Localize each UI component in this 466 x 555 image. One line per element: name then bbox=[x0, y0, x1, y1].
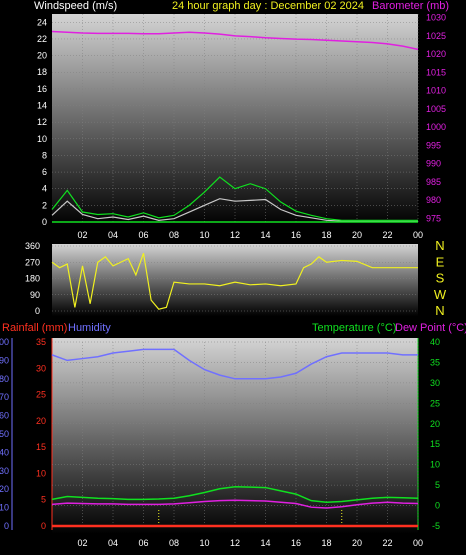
direction-plot-area bbox=[52, 244, 418, 316]
wind-x-tick-label: 12 bbox=[230, 230, 240, 240]
temp-tick-label: 25 bbox=[430, 398, 440, 408]
barometer-tick-label: 980 bbox=[426, 195, 441, 205]
wind-tick-label: 22 bbox=[37, 34, 47, 44]
wind-x-tick-label: 04 bbox=[108, 230, 118, 240]
dewpoint-label: Dew Point (°C) bbox=[395, 322, 466, 334]
temp-tick-label: 30 bbox=[430, 378, 440, 388]
barometer-tick-label: 990 bbox=[426, 159, 441, 169]
wind-x-tick-label: 18 bbox=[321, 230, 331, 240]
humidity-tick-label: 20 bbox=[0, 484, 9, 494]
direction-tick-label: 270 bbox=[25, 257, 40, 267]
wind-tick-label: 14 bbox=[37, 101, 47, 111]
temp-tick-label: 20 bbox=[430, 419, 440, 429]
wind-x-tick-label: 20 bbox=[352, 230, 362, 240]
temp-tick-label: 15 bbox=[430, 439, 440, 449]
barometer-tick-label: 995 bbox=[426, 140, 441, 150]
humidity-tick-label: 100 bbox=[0, 337, 9, 347]
temp-x-tick-label: 20 bbox=[352, 538, 362, 548]
wind-tick-label: 24 bbox=[37, 17, 47, 27]
temp-x-tick-label: 02 bbox=[77, 538, 87, 548]
wind-tick-label: 8 bbox=[42, 150, 47, 160]
graph-canvas: Windspeed (m/s) 24 hour graph day : Dece… bbox=[0, 0, 466, 548]
temp-x-tick-label: 18 bbox=[321, 538, 331, 548]
compass-label: E bbox=[436, 254, 445, 269]
weather-graph: Windspeed (m/s) 24 hour graph day : Dece… bbox=[0, 0, 466, 555]
wind-x-tick-label: 16 bbox=[291, 230, 301, 240]
barometer-tick-label: 1030 bbox=[426, 13, 446, 23]
temp-x-tick-label: 00 bbox=[413, 538, 423, 548]
barometer-tick-label: 975 bbox=[426, 213, 441, 223]
wind-tick-label: 16 bbox=[37, 84, 47, 94]
humidity-label: Humidity bbox=[68, 322, 111, 334]
rain-tick-label: 5 bbox=[41, 495, 46, 505]
barometer-tick-label: 985 bbox=[426, 177, 441, 187]
rain-tick-label: 30 bbox=[36, 363, 46, 373]
wind-x-tick-label: 22 bbox=[382, 230, 392, 240]
wind-tick-label: 4 bbox=[42, 184, 47, 194]
barometer-tick-label: 1005 bbox=[426, 104, 446, 114]
humidity-tick-label: 70 bbox=[0, 392, 9, 402]
temp-x-tick-label: 08 bbox=[169, 538, 179, 548]
rain-tick-label: 0 bbox=[41, 521, 46, 531]
rain-tick-label: 10 bbox=[36, 468, 46, 478]
wind-tick-label: 0 bbox=[42, 217, 47, 227]
humidity-tick-label: 0 bbox=[4, 521, 9, 531]
direction-tick-label: 180 bbox=[25, 274, 40, 284]
wind-tick-label: 10 bbox=[37, 134, 47, 144]
windspeed-label: Windspeed (m/s) bbox=[34, 0, 117, 12]
humidity-tick-label: 30 bbox=[0, 466, 9, 476]
wind-x-tick-label: 08 bbox=[169, 230, 179, 240]
rainfall-label: Rainfall (mm) bbox=[2, 322, 67, 334]
temp-tick-label: 35 bbox=[430, 357, 440, 367]
direction-tick-label: 360 bbox=[25, 241, 40, 251]
humidity-tick-label: 40 bbox=[0, 447, 9, 457]
temp-x-tick-label: 10 bbox=[199, 538, 209, 548]
humidity-tick-label: 80 bbox=[0, 374, 9, 384]
direction-tick-label: 90 bbox=[30, 290, 40, 300]
temp-tick-label: 40 bbox=[430, 337, 440, 347]
rain-tick-label: 25 bbox=[36, 390, 46, 400]
humidity-tick-label: 50 bbox=[0, 429, 9, 439]
temp-x-tick-label: 16 bbox=[291, 538, 301, 548]
humidity-tick-label: 60 bbox=[0, 411, 9, 421]
wind-tick-label: 6 bbox=[42, 167, 47, 177]
humidity-tick-label: 90 bbox=[0, 355, 9, 365]
rain-tick-label: 15 bbox=[36, 442, 46, 452]
wind-tick-label: 12 bbox=[37, 117, 47, 127]
rain-tick-label: 20 bbox=[36, 416, 46, 426]
temp-x-tick-label: 04 bbox=[108, 538, 118, 548]
temp-tick-label: -5 bbox=[432, 521, 440, 531]
temperature-label: Temperature (°C) bbox=[312, 322, 396, 334]
barometer-tick-label: 1000 bbox=[426, 122, 446, 132]
barometer-tick-label: 1015 bbox=[426, 67, 446, 77]
wind-tick-label: 20 bbox=[37, 51, 47, 61]
temp-x-tick-label: 22 bbox=[382, 538, 392, 548]
wind-x-tick-label: 06 bbox=[138, 230, 148, 240]
compass-label: S bbox=[436, 271, 445, 286]
wind-x-tick-label: 02 bbox=[77, 230, 87, 240]
wind-tick-label: 2 bbox=[42, 200, 47, 210]
barometer-label: Barometer (mb) bbox=[372, 0, 449, 12]
chart-title: 24 hour graph day : December 02 2024 bbox=[172, 0, 364, 12]
direction-tick-label: 0 bbox=[35, 306, 40, 316]
barometer-tick-label: 1010 bbox=[426, 86, 446, 96]
temp-x-tick-label: 12 bbox=[230, 538, 240, 548]
rain-tick-label: 35 bbox=[36, 337, 46, 347]
humidity-tick-label: 10 bbox=[0, 503, 9, 513]
wind-x-tick-label: 10 bbox=[199, 230, 209, 240]
temp-x-tick-label: 06 bbox=[138, 538, 148, 548]
temp-x-tick-label: 14 bbox=[260, 538, 270, 548]
wind-x-tick-label: 00 bbox=[413, 230, 423, 240]
temp-tick-label: 10 bbox=[430, 460, 440, 470]
compass-label: N bbox=[435, 303, 444, 318]
wind-x-tick-label: 14 bbox=[260, 230, 270, 240]
barometer-tick-label: 1020 bbox=[426, 49, 446, 59]
temp-tick-label: 0 bbox=[435, 501, 440, 511]
barometer-tick-label: 1025 bbox=[426, 31, 446, 41]
wind-tick-label: 18 bbox=[37, 67, 47, 77]
compass-label: W bbox=[434, 287, 447, 302]
temp-tick-label: 5 bbox=[435, 480, 440, 490]
compass-label: N bbox=[435, 238, 444, 253]
